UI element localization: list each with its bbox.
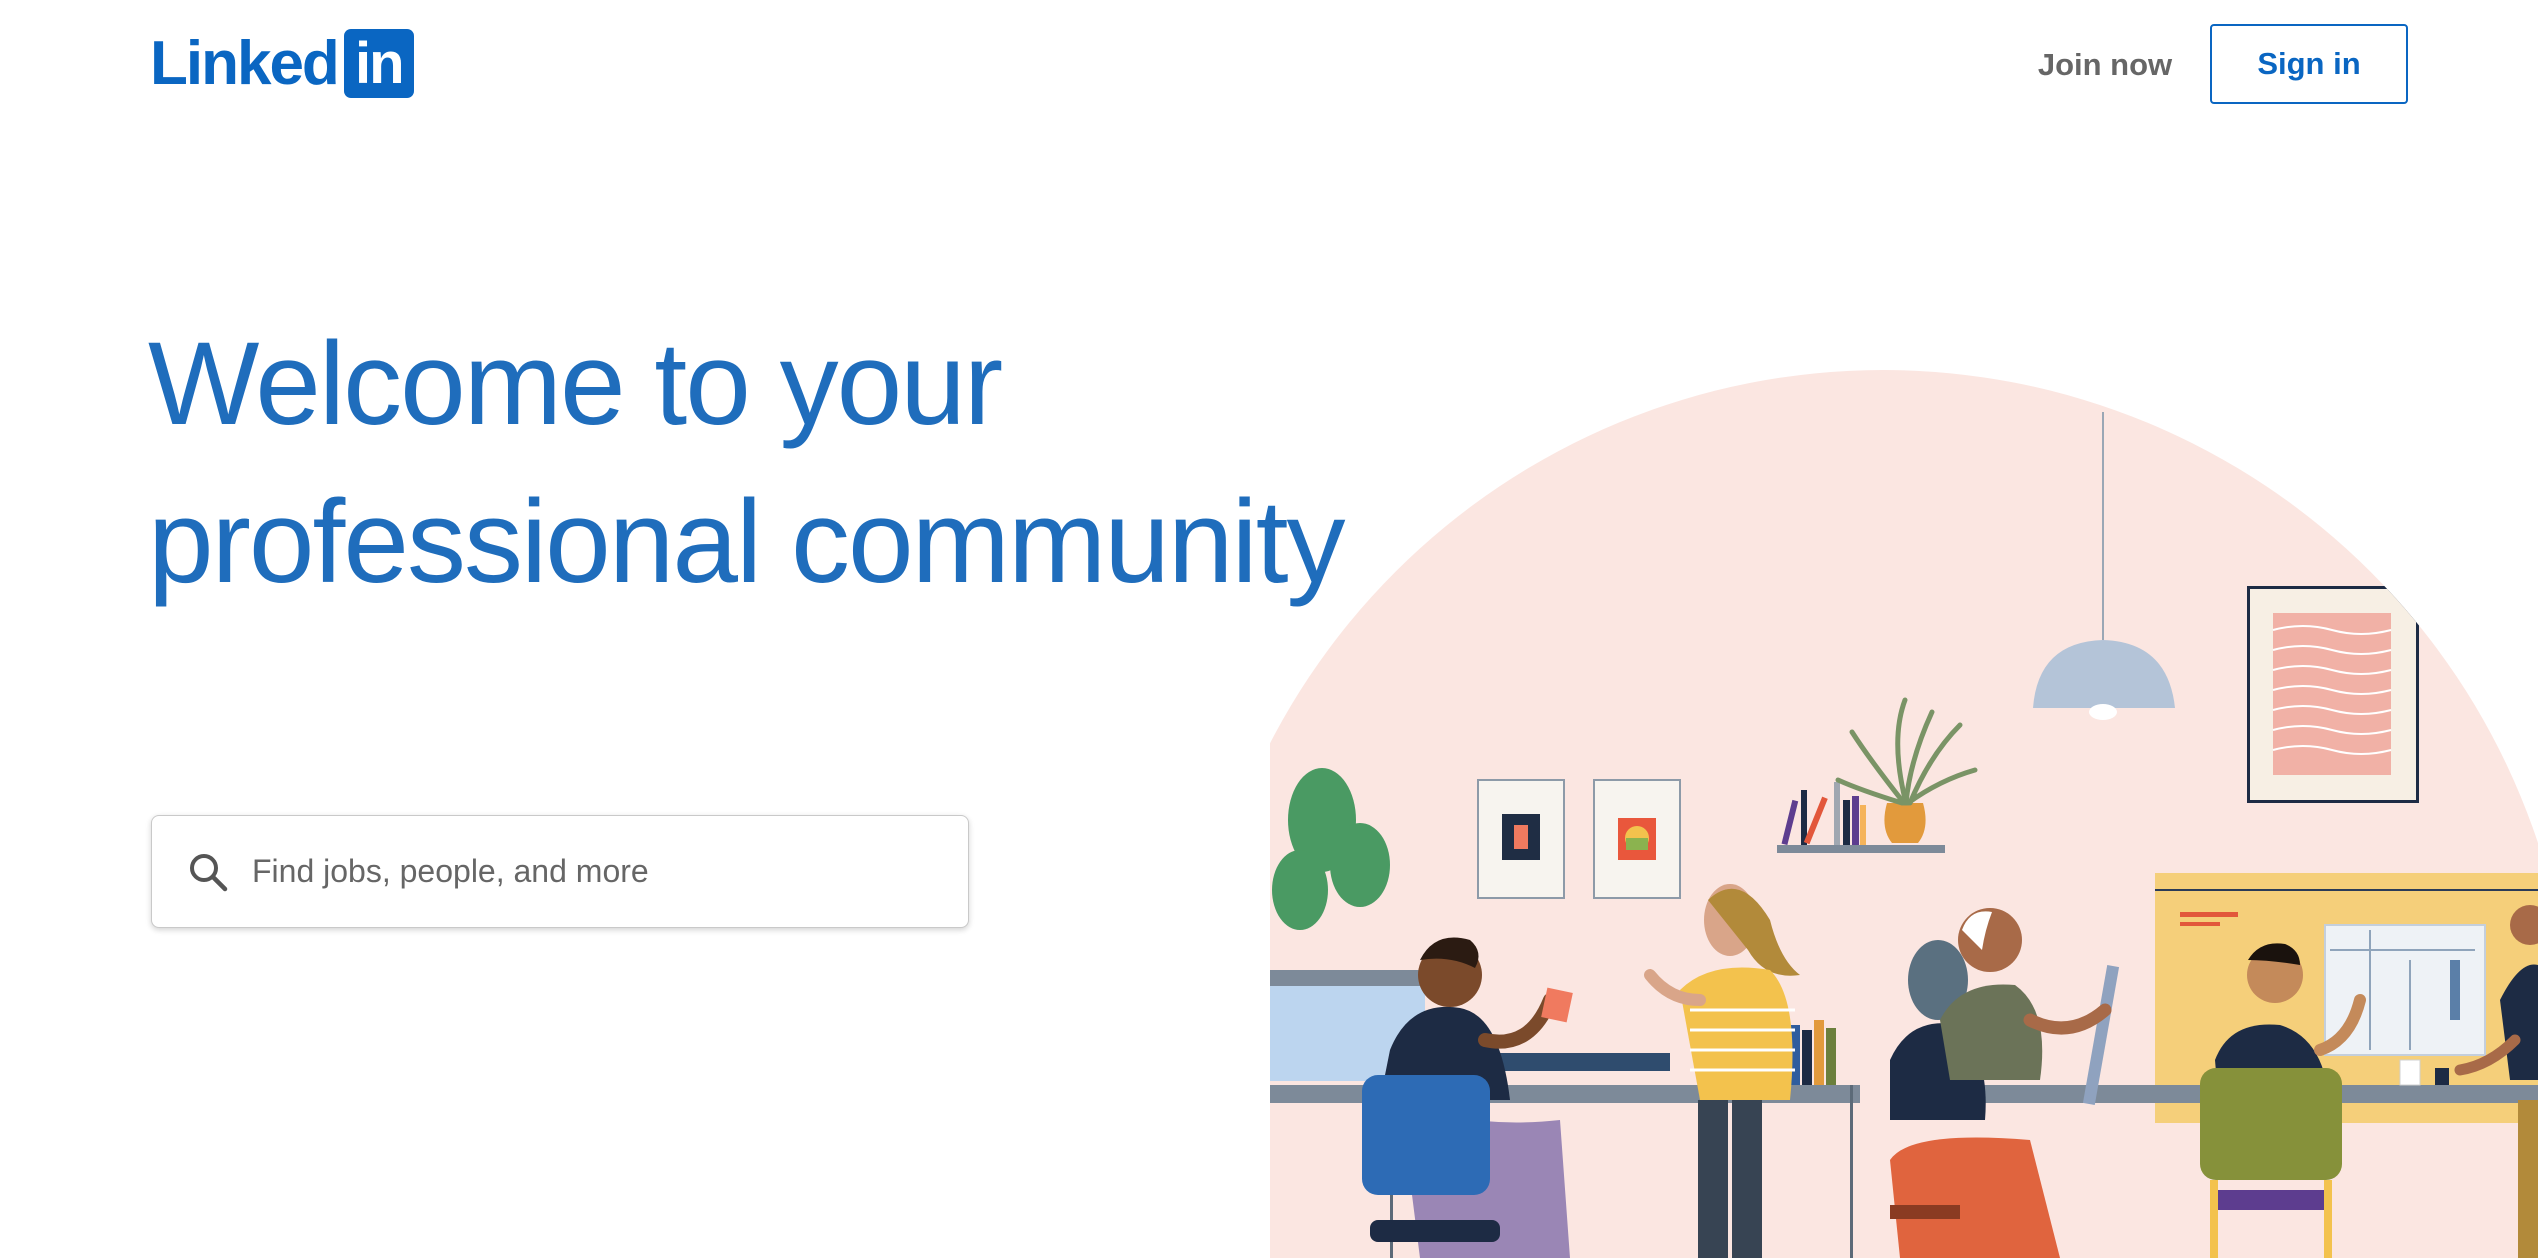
hero-title-line-2: professional community bbox=[148, 476, 1346, 608]
logo-wordmark: Linked bbox=[150, 29, 340, 98]
logo-in-badge: in bbox=[343, 29, 414, 98]
sign-in-button[interactable]: Sign in bbox=[2210, 24, 2408, 104]
search-icon bbox=[190, 853, 228, 891]
join-now-link[interactable]: Join now bbox=[2025, 28, 2185, 102]
search-box[interactable] bbox=[151, 815, 969, 928]
hero-title-line-1: Welcome to your bbox=[148, 318, 1003, 450]
linkedin-logo[interactable]: Linked in bbox=[150, 29, 414, 98]
hero-title: Welcome to your professional community bbox=[148, 305, 1398, 621]
linkedin-landing-page: Linked in Join now Sign in Welcome to yo… bbox=[0, 0, 2538, 1258]
office-illustration bbox=[1270, 370, 2538, 1258]
search-input[interactable] bbox=[252, 841, 952, 902]
